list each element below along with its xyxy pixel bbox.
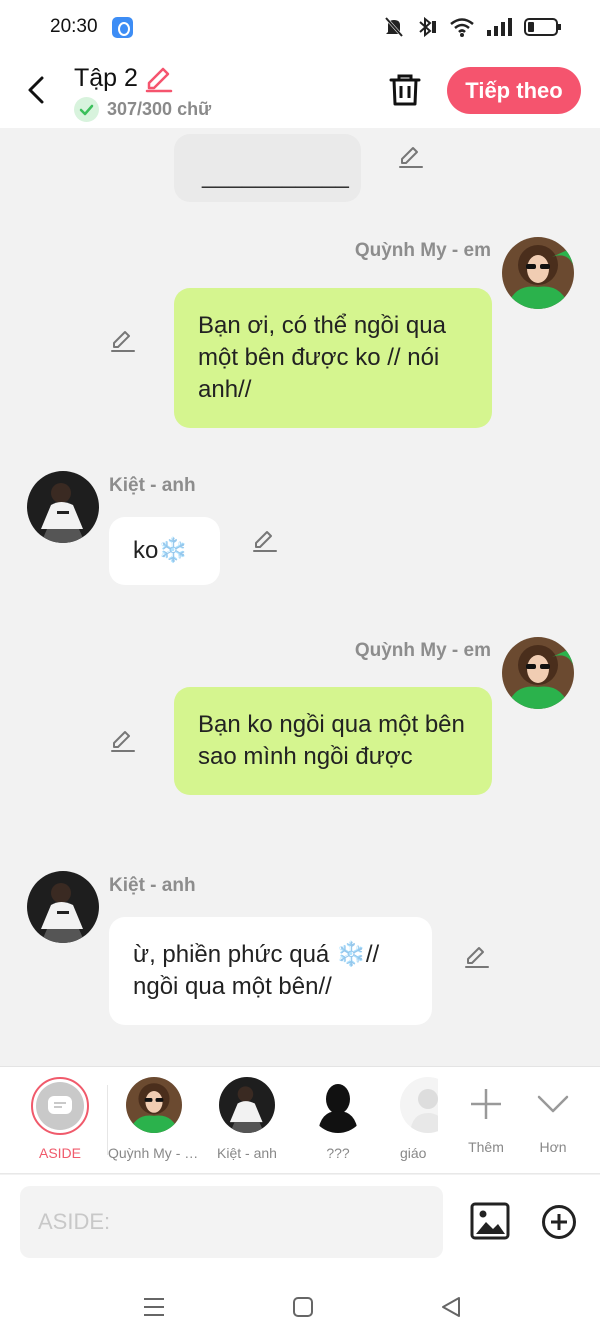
signal-icon [487, 18, 512, 36]
avatar-kiet [219, 1077, 275, 1133]
character-label: Kiệt - anh [217, 1145, 277, 1161]
message-text: ngồi qua một bên// [133, 973, 332, 1000]
plus-icon [471, 1089, 501, 1119]
aside-avatar [31, 1077, 89, 1135]
edit-message-icon[interactable] [110, 730, 136, 754]
avatar-quynh-my [126, 1077, 182, 1133]
more-button[interactable]: Hơn [507, 1077, 599, 1155]
message-icon [48, 1096, 72, 1114]
edit-message-icon[interactable] [398, 146, 424, 170]
image-icon[interactable] [470, 1202, 510, 1240]
character-quynh-my[interactable]: Quỳnh My - em [108, 1077, 200, 1161]
message-input[interactable] [20, 1186, 443, 1258]
episode-title: Tập 2 [74, 64, 138, 92]
message-bubble[interactable]: ừ, phiền phức quá ❄️// ngồi qua một bên/… [109, 917, 432, 1025]
menu-icon[interactable] [143, 1296, 165, 1318]
character-label: ASIDE [38, 1145, 81, 1161]
character-aside[interactable]: ASIDE [14, 1077, 106, 1161]
edit-title-icon[interactable] [144, 66, 174, 94]
wifi-icon [450, 18, 474, 37]
message-text: ko [133, 537, 159, 564]
message-text: ừ, phiền phức quá [133, 941, 336, 968]
character-label: Quỳnh My - em [108, 1145, 200, 1161]
avatar-kiet[interactable] [27, 471, 99, 543]
avatar-quynh-my[interactable] [502, 637, 574, 709]
check-icon [74, 97, 99, 122]
bluetooth-battery-icon [419, 16, 436, 38]
add-circle-icon[interactable] [541, 1204, 577, 1240]
character-unknown[interactable]: ??? [292, 1077, 384, 1161]
mute-icon [384, 17, 404, 37]
edit-message-icon[interactable] [110, 330, 136, 354]
snowflake-emoji: ❄️ [158, 537, 189, 564]
avatar-kiet[interactable] [27, 871, 99, 943]
character-label: ??? [326, 1145, 350, 1161]
app-notification-icon [112, 17, 133, 38]
edit-message-icon[interactable] [464, 946, 490, 970]
word-count: 307/300 chữ [107, 99, 212, 119]
sender-name: Kiệt - anh [109, 475, 196, 496]
sender-name: Quỳnh My - em [354, 240, 491, 261]
sender-name: Quỳnh My - em [354, 640, 491, 661]
status-time: 20:30 [50, 16, 98, 37]
status-icons [384, 16, 562, 38]
character-giao[interactable]: giáo [400, 1077, 438, 1161]
message-bubble[interactable]: Bạn ko ngồi qua một bên sao mình ngồi đư… [174, 687, 492, 795]
message-bubble[interactable]: ko❄️ [109, 517, 220, 585]
status-bar: 20:30 [0, 0, 600, 56]
character-label: giáo [400, 1145, 427, 1161]
top-header: Tập 2 307/300 chữ Tiếp theo [0, 56, 600, 128]
snowflake-emoji: ❄️ [335, 941, 366, 968]
avatar-silhouette [310, 1077, 366, 1133]
home-icon[interactable] [292, 1296, 314, 1318]
chat-area[interactable]: ___________ Quỳnh My - em Bạn ơi, có thể… [0, 128, 600, 1066]
message-bubble[interactable]: ___________ [174, 134, 361, 202]
edit-message-icon[interactable] [252, 530, 278, 554]
battery-icon [524, 18, 561, 36]
message-bubble[interactable]: Bạn ơi, có thể ngồi qua một bên được ko … [174, 288, 492, 428]
sender-name: Kiệt - anh [109, 875, 196, 896]
character-kiet[interactable]: Kiệt - anh [201, 1077, 293, 1161]
avatar-giao [400, 1077, 438, 1133]
avatar-quynh-my[interactable] [502, 237, 574, 309]
system-navigation [0, 1280, 600, 1343]
trash-icon[interactable] [388, 72, 422, 108]
character-label: Hơn [539, 1139, 567, 1155]
character-selector: ASIDE Quỳnh My - em Kiệt - anh ??? giáo … [0, 1066, 600, 1174]
next-button[interactable]: Tiếp theo [447, 67, 581, 114]
back-nav-icon[interactable] [440, 1296, 462, 1318]
chevron-down-icon [537, 1095, 569, 1113]
back-button[interactable] [22, 74, 52, 106]
message-text: // [365, 941, 380, 968]
